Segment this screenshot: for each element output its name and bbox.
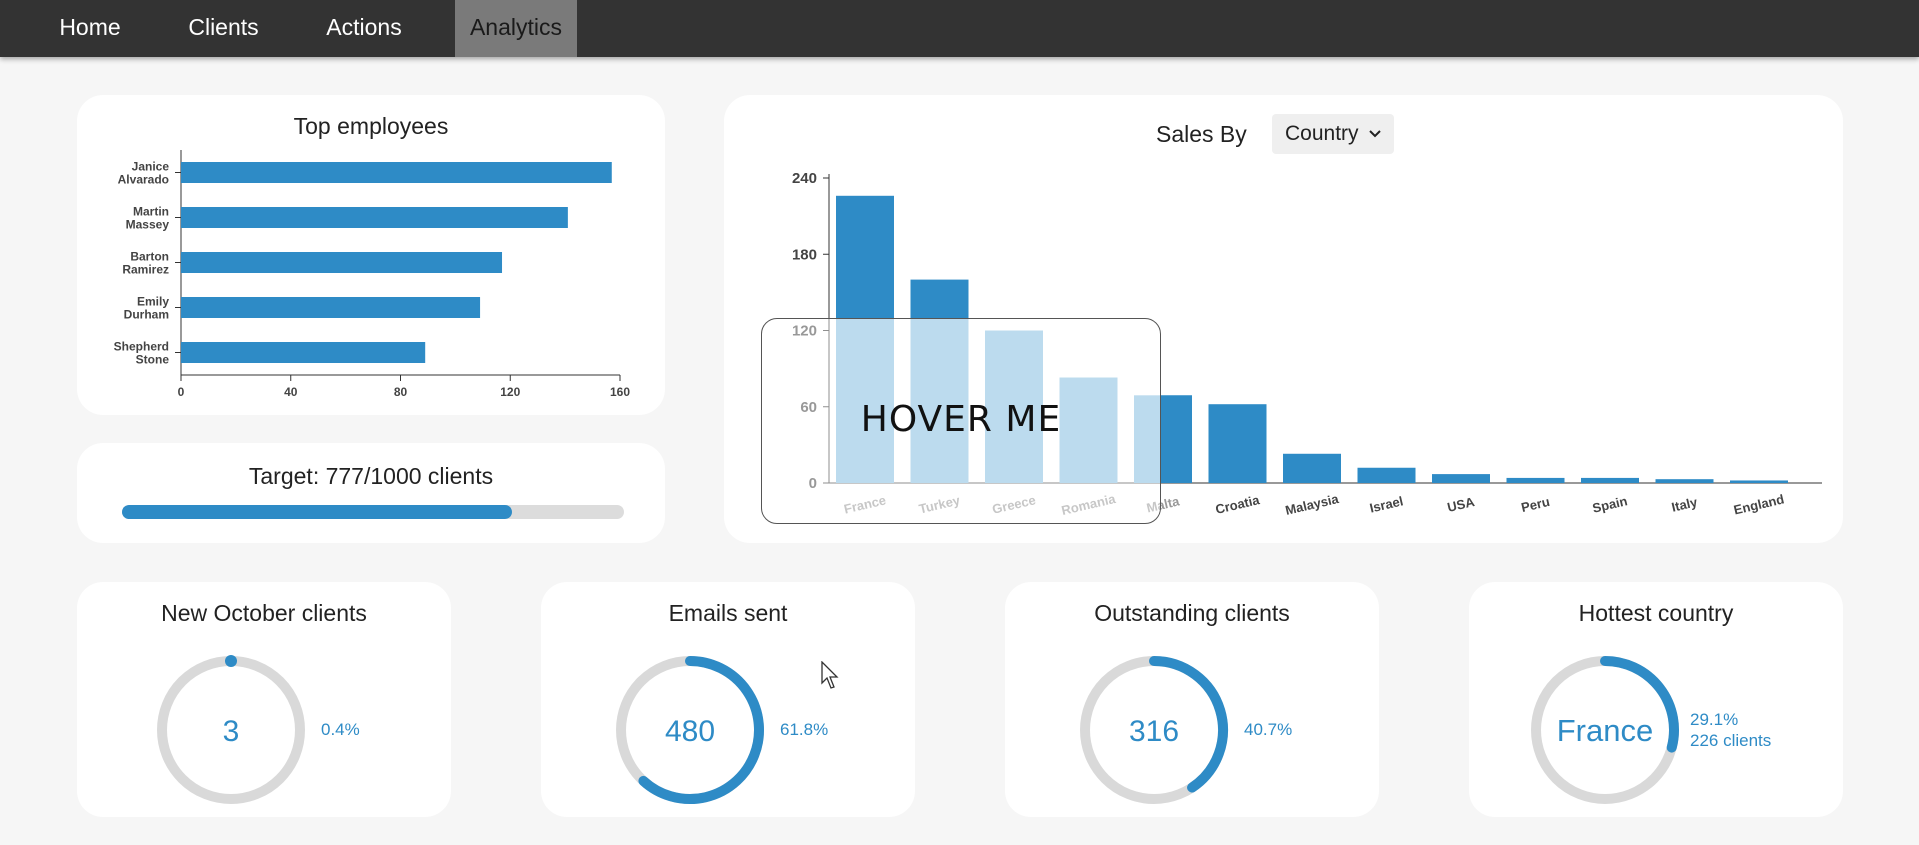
bar — [181, 252, 503, 273]
x-tick-label: Italy — [1670, 494, 1699, 515]
kpi-percent: 40.7% — [1244, 720, 1293, 739]
y-tick-label: Barton — [130, 250, 169, 264]
bar — [181, 297, 481, 318]
y-tick-label: Durham — [124, 308, 169, 322]
kpi-donut: 3 — [157, 655, 305, 804]
kpi-donut: 316 — [1080, 656, 1228, 804]
kpi-value: 316 — [1129, 715, 1179, 748]
bar — [1208, 404, 1267, 483]
y-tick-label: Emily — [137, 295, 169, 309]
nav-home[interactable]: Home — [38, 0, 142, 57]
kpi-title: Outstanding clients — [1094, 600, 1290, 626]
kpi-title: New October clients — [161, 600, 367, 626]
bar — [1283, 453, 1341, 483]
x-tick-label: 0 — [178, 385, 185, 399]
x-tick-label: Spain — [1591, 493, 1629, 516]
target-progress-track — [122, 505, 624, 519]
x-tick-label: 80 — [394, 385, 408, 399]
x-tick-label: 40 — [284, 385, 298, 399]
kpi-value: 3 — [223, 715, 240, 748]
target-label: Target: 777/1000 clients — [248, 463, 494, 489]
kpi-title: Hottest country — [1578, 600, 1734, 626]
donut-progress — [225, 655, 237, 667]
y-tick-label: Stone — [136, 353, 170, 367]
y-tick-label: Janice — [132, 160, 170, 174]
kpi-card-emails-sent: Emails sent 480 61.8% — [541, 582, 915, 817]
y-tick-label: Alvarado — [118, 173, 169, 187]
kpi-donut: France — [1531, 656, 1679, 804]
mouse-cursor-icon — [821, 661, 839, 689]
x-tick-label: 160 — [610, 385, 630, 399]
y-tick-label: Massey — [126, 218, 170, 232]
bar — [181, 342, 426, 363]
kpi-title: Emails sent — [668, 600, 788, 626]
x-tick-label: England — [1732, 491, 1785, 517]
x-tick-label: Croatia — [1214, 492, 1262, 517]
kpi-card-hottest-country: Hottest country France 29.1% 226 clients — [1469, 582, 1843, 817]
hover-me-label: HOVER ME — [860, 399, 1062, 440]
target-card: Target: 777/1000 clients — [77, 443, 665, 543]
kpi-donut: 480 — [616, 656, 764, 804]
nav-clients[interactable]: Clients — [166, 0, 281, 57]
hover-me-box[interactable]: HOVER ME — [761, 318, 1161, 524]
kpi-card-outstanding: Outstanding clients 316 40.7% — [1005, 582, 1379, 817]
nav-actions[interactable]: Actions — [300, 0, 428, 57]
bar-outside-hover — [910, 279, 969, 318]
bar-outside-hover — [1161, 395, 1192, 483]
bar — [1730, 480, 1788, 483]
kpi-percent: 0.4% — [321, 720, 360, 739]
bar — [1655, 479, 1714, 483]
kpi-percent: 29.1% — [1690, 710, 1739, 729]
target-progress-fill — [122, 505, 513, 519]
y-tick-label: 180 — [792, 246, 817, 263]
y-tick-label: 240 — [792, 170, 817, 187]
top-employees-chart: JaniceAlvarado MartinMassey BartonRamirez E… — [114, 150, 630, 399]
x-tick-label: Malaysia — [1284, 491, 1341, 518]
bar — [1432, 474, 1490, 483]
kpi-extra: 226 clients — [1690, 731, 1772, 750]
x-tick-label: USA — [1446, 494, 1477, 515]
kpi-value: France — [1557, 713, 1653, 748]
x-tick-label: 120 — [500, 385, 520, 399]
kpi-value: 480 — [665, 715, 715, 748]
bar — [181, 162, 612, 183]
kpi-percent: 61.8% — [780, 720, 829, 739]
bar — [1357, 467, 1416, 483]
bar — [1581, 477, 1639, 483]
bar — [181, 207, 568, 228]
nav-analytics[interactable]: Analytics — [455, 0, 577, 57]
y-tick-label: Martin — [133, 205, 169, 219]
x-tick-label: Israel — [1368, 493, 1404, 515]
y-tick-label: Ramirez — [122, 263, 169, 277]
kpi-card-new-clients: New October clients 3 0.4% — [77, 582, 451, 817]
x-tick-label: Peru — [1520, 494, 1552, 515]
y-tick-label: Shepherd — [114, 340, 169, 354]
top-navbar: Home Clients Actions Analytics — [0, 0, 1919, 57]
bar — [1506, 477, 1565, 483]
top-employees-card: Top employees Janice Alvarado Martin Massey… — [77, 95, 665, 415]
